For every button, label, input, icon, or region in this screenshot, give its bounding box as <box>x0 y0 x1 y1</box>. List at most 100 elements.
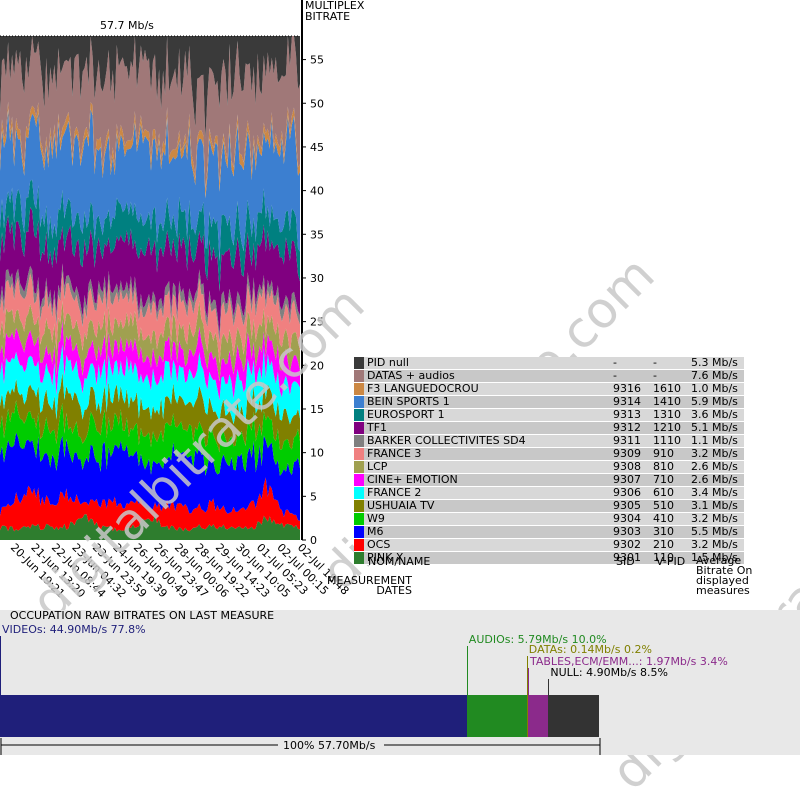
legend-vpid: 1110 <box>650 434 688 448</box>
legend-row: OCS 9302 210 3.2 Mb/s <box>354 538 744 552</box>
legend-swatch <box>354 499 364 513</box>
legend-sid: - <box>610 357 650 370</box>
legend-sid: - <box>610 369 650 383</box>
occupation-total-bracket <box>0 738 601 755</box>
legend-vpid: 310 <box>650 525 688 539</box>
legend-sid: 9316 <box>610 382 650 396</box>
legend-swatch <box>354 382 364 396</box>
legend-channel-name: BARKER COLLECTIVITES SD4 <box>364 434 610 448</box>
legend-vpid: 710 <box>650 473 688 487</box>
legend-bitrate: 5.3 Mb/s <box>688 357 744 370</box>
y-axis-label: MULTIPLEX BITRATE <box>305 0 365 23</box>
occupation-panel: OCCUPATION RAW BITRATES ON LAST MEASURE … <box>0 610 800 755</box>
legend-bitrate: 3.2 Mb/s <box>688 512 744 526</box>
bitrate-chart-panel: 0 5 10 15 20 25 30 35 40 45 50 55 20-Jun 19:21 21-Ju… <box>0 0 800 801</box>
y-tick-label: 15 <box>310 403 324 416</box>
legend-sid: 9312 <box>610 421 650 435</box>
x-axis-label: MEASUREMENT DATES <box>327 574 412 597</box>
y-tick-label: 10 <box>310 447 324 460</box>
legend-bitrate: 3.2 Mb/s <box>688 447 744 461</box>
legend-sid: 9314 <box>610 395 650 409</box>
legend-swatch <box>354 551 364 565</box>
legend-header-sid: SID <box>616 555 635 568</box>
legend-channel-name: EUROSPORT 1 <box>364 408 610 422</box>
y-tick-label: 40 <box>310 185 324 198</box>
legend-bitrate: 3.6 Mb/s <box>688 408 744 422</box>
legend-header-bitrate: Average Bitrate On displayed measures <box>696 554 753 597</box>
legend-vpid: 1610 <box>650 382 688 396</box>
legend-channel-name: W9 <box>364 512 610 526</box>
legend-swatch <box>354 434 364 448</box>
y-tick-label: 0 <box>310 534 317 547</box>
legend-bitrate: 3.2 Mb/s <box>688 538 744 552</box>
legend-sid: 9309 <box>610 447 650 461</box>
legend-vpid: - <box>650 357 688 370</box>
legend-sid: 9306 <box>610 486 650 500</box>
legend-sid: 9302 <box>610 538 650 552</box>
legend-channel-name: FRANCE 3 <box>364 447 610 461</box>
legend-sid: 9307 <box>610 473 650 487</box>
legend-channel-name: BEIN SPORTS 1 <box>364 395 610 409</box>
legend-vpid: 510 <box>650 499 688 513</box>
y-tick-label: 5 <box>310 490 317 503</box>
y-tick-label: 50 <box>310 97 324 110</box>
legend-sid: 9311 <box>610 434 650 448</box>
legend-sid: 9303 <box>610 525 650 539</box>
legend-bitrate: 1.0 Mb/s <box>688 382 744 396</box>
legend-row: FRANCE 3 9309 910 3.2 Mb/s <box>354 447 744 461</box>
legend-sid: 9313 <box>610 408 650 422</box>
legend-channel-name: M6 <box>364 525 610 539</box>
legend-swatch <box>354 525 364 539</box>
legend-channel-name: DATAS + audios <box>364 369 610 383</box>
legend-row: F3 LANGUEDOCROU 9316 1610 1.0 Mb/s <box>354 382 744 396</box>
legend-bitrate: 1.1 Mb/s <box>688 434 744 448</box>
legend-header-vpid: V-PID <box>656 555 686 568</box>
legend-row: PID null - -5.3 Mb/s <box>354 357 744 370</box>
legend-swatch <box>354 395 364 409</box>
legend-vpid: 1410 <box>650 395 688 409</box>
legend-sid: 9304 <box>610 512 650 526</box>
legend-row: TF1 9312 1210 5.1 Mb/s <box>354 421 744 435</box>
legend-vpid: 210 <box>650 538 688 552</box>
legend-channel-name: OCS <box>364 538 610 552</box>
legend-header-name: NOM/NAME <box>368 555 431 568</box>
y-tick-label: 45 <box>310 141 324 154</box>
legend-row: CINE+ EMOTION 9307 710 2.6 Mb/s <box>354 473 744 487</box>
legend-swatch <box>354 369 364 383</box>
legend-sid: 9308 <box>610 460 650 474</box>
legend-vpid: 1310 <box>650 408 688 422</box>
legend-swatch <box>354 473 364 487</box>
legend-bitrate: 3.4 Mb/s <box>688 486 744 500</box>
legend-swatch <box>354 447 364 461</box>
legend-bitrate: 2.6 Mb/s <box>688 460 744 474</box>
legend-channel-name: FRANCE 2 <box>364 486 610 500</box>
legend-channel-name: USHUAIA TV <box>364 499 610 513</box>
legend-bitrate: 5.5 Mb/s <box>688 525 744 539</box>
legend-row: EUROSPORT 1 9313 1310 3.6 Mb/s <box>354 408 744 422</box>
legend-row: LCP 9308 810 2.6 Mb/s <box>354 460 744 474</box>
legend-swatch <box>354 357 364 370</box>
y-tick-label: 35 <box>310 228 324 241</box>
legend-vpid: - <box>650 369 688 383</box>
legend-vpid: 610 <box>650 486 688 500</box>
legend-swatch <box>354 408 364 422</box>
legend-row: DATAS + audios - -7.6 Mb/s <box>354 369 744 383</box>
legend-row: BARKER COLLECTIVITES SD4 9311 1110 1.1 Mb/s <box>354 434 744 448</box>
legend-row: USHUAIA TV 9305 510 3.1 Mb/s <box>354 499 744 513</box>
legend-channel-name: TF1 <box>364 421 610 435</box>
legend-channel-name: LCP <box>364 460 610 474</box>
legend-bitrate: 3.1 Mb/s <box>688 499 744 513</box>
y-tick-label: 55 <box>310 54 324 67</box>
legend-row: M6 9303 310 5.5 Mb/s <box>354 525 744 539</box>
channel-legend-table: PID null - -5.3 Mb/s DATAS + audios - -7.6 Mb… <box>354 357 744 565</box>
y-tick-label: 30 <box>310 272 324 285</box>
legend-swatch <box>354 538 364 552</box>
chart-title: 57.7 Mb/s <box>100 19 154 32</box>
legend-swatch <box>354 421 364 435</box>
legend-channel-name: F3 LANGUEDOCROU <box>364 382 610 396</box>
legend-row: FRANCE 2 9306 610 3.4 Mb/s <box>354 486 744 500</box>
legend-vpid: 1210 <box>650 421 688 435</box>
legend-row: W9 9304 410 3.2 Mb/s <box>354 512 744 526</box>
legend-channel-name: CINE+ EMOTION <box>364 473 610 487</box>
legend-vpid: 910 <box>650 447 688 461</box>
